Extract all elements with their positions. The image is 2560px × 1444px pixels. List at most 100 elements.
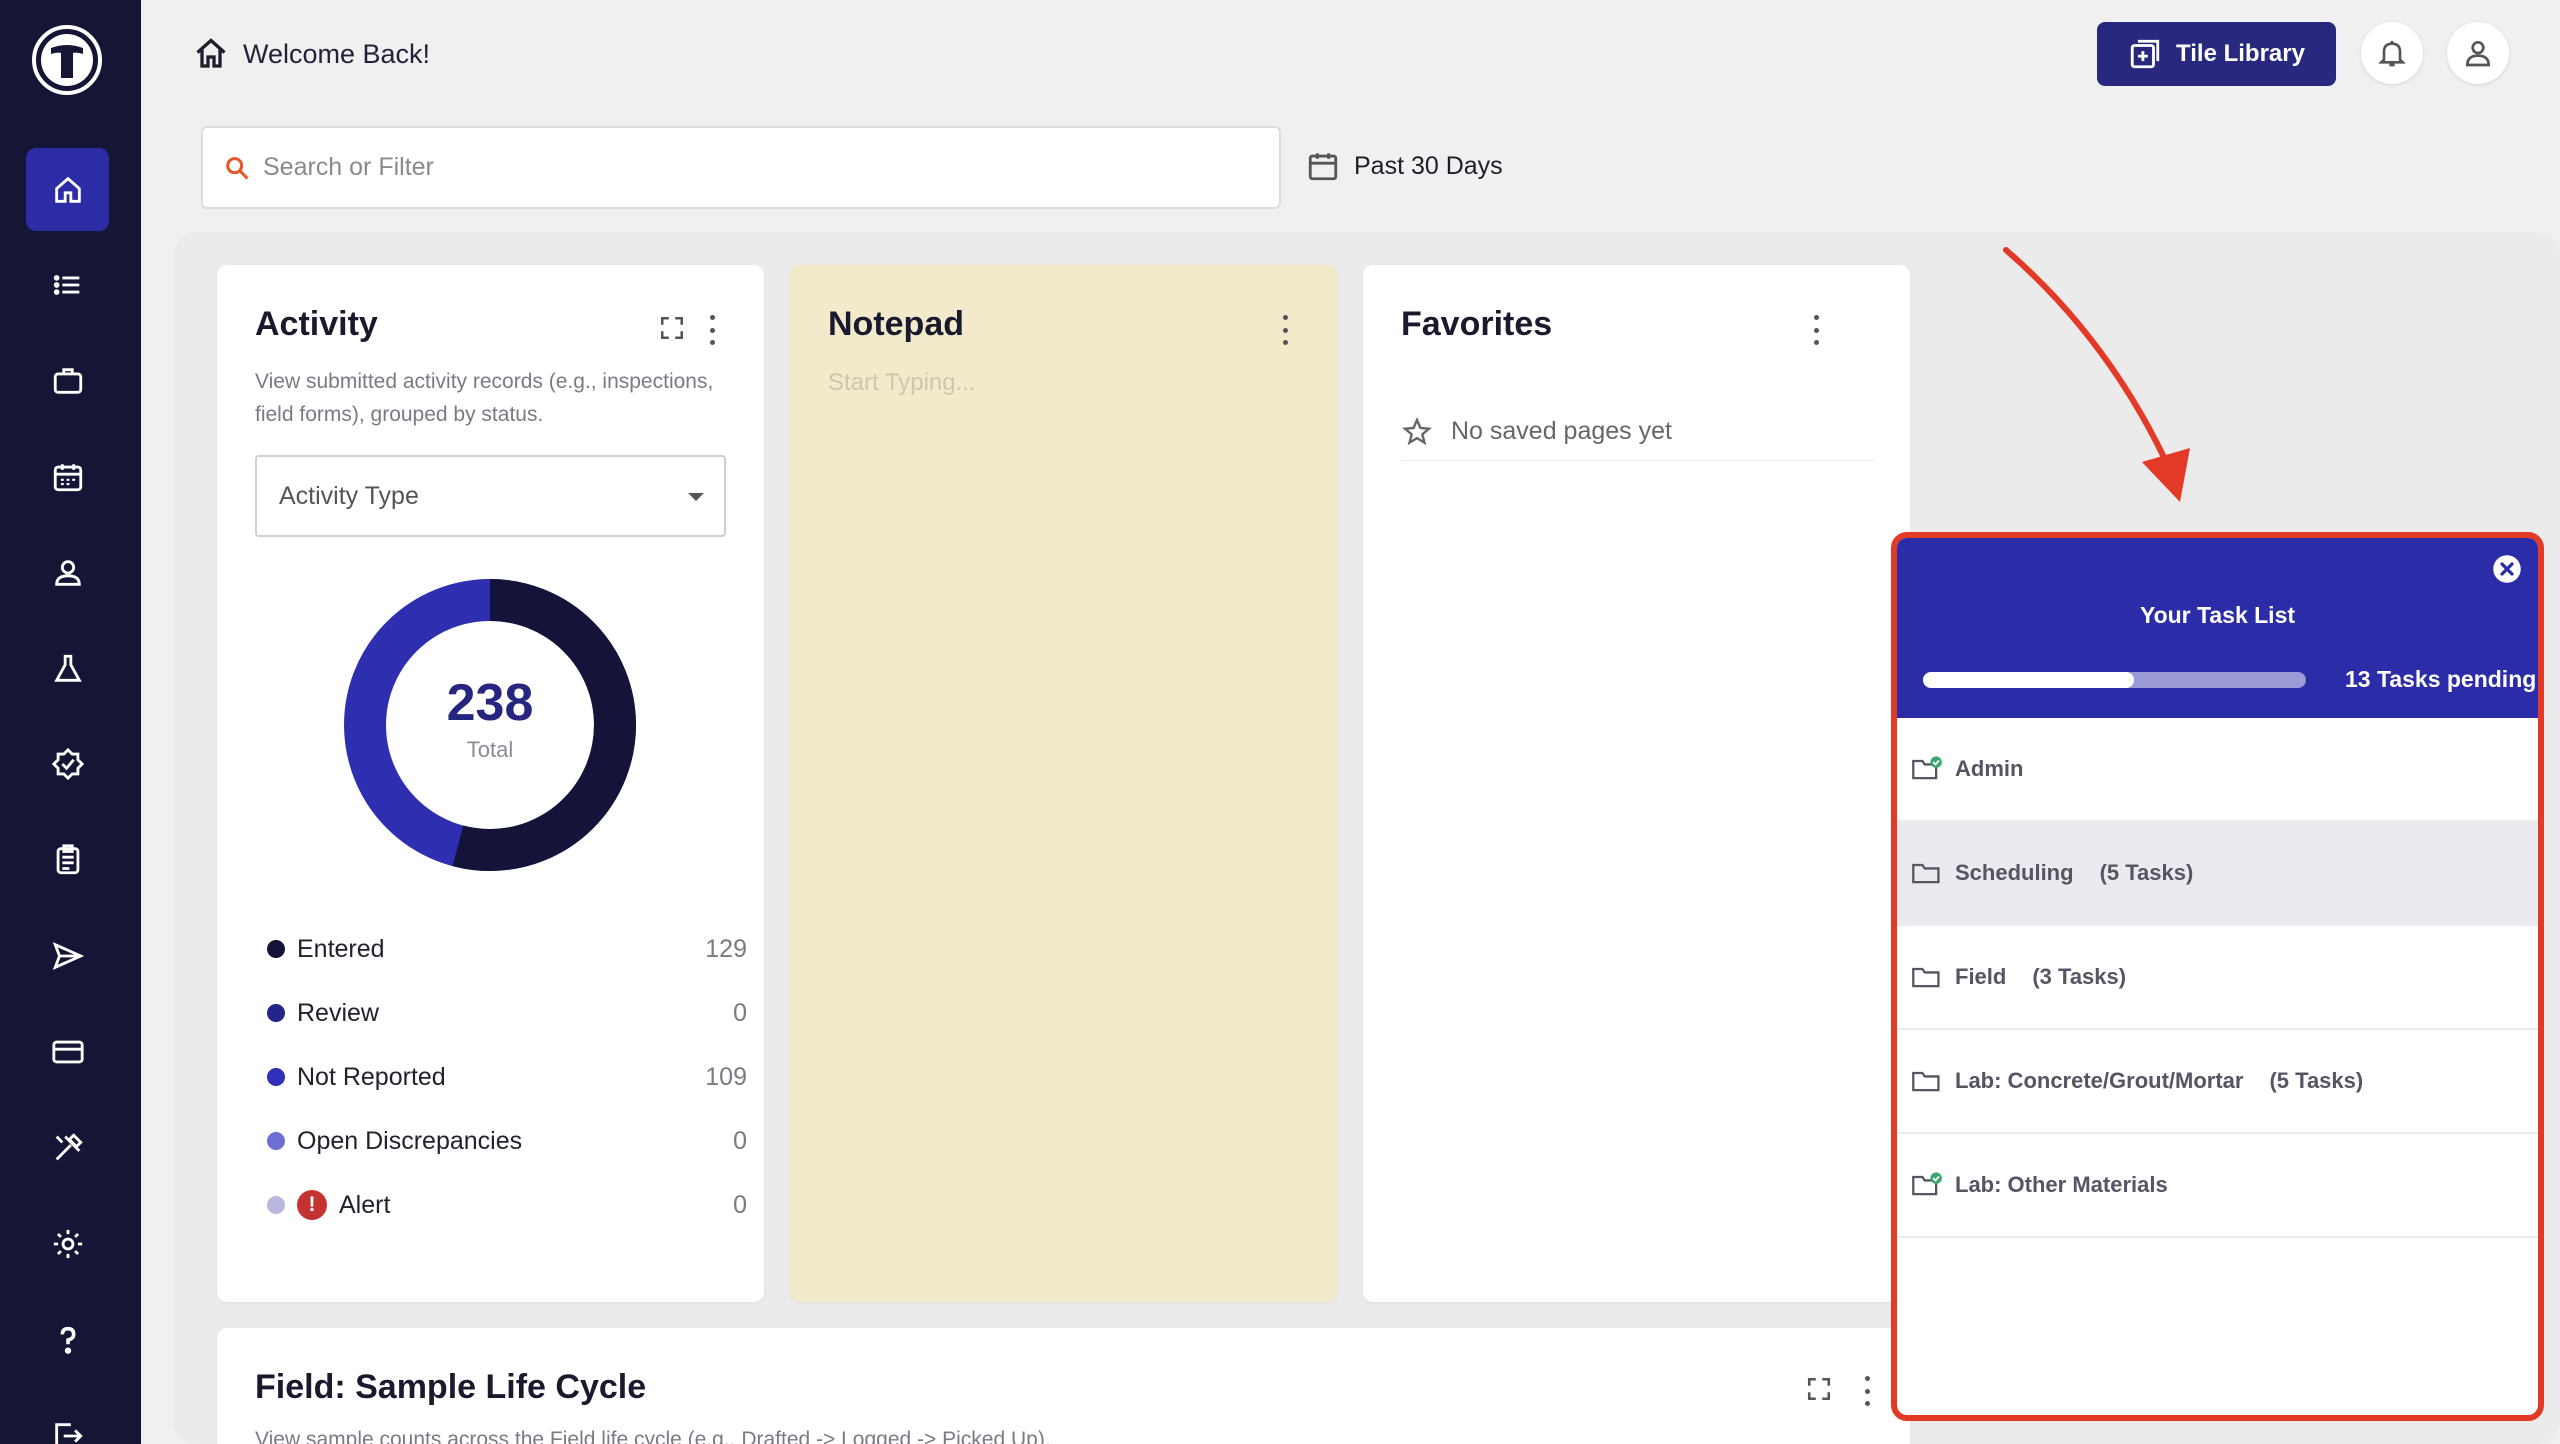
sidebar-item-send[interactable] <box>26 914 109 997</box>
favorites-card: Favorites No saved pages yet <box>1363 265 1910 1302</box>
folder-check-icon <box>1912 756 1942 780</box>
activity-total-label: Total <box>466 737 514 762</box>
notepad-textarea[interactable]: Start Typing... <box>828 369 976 397</box>
sample-life-cycle-card: Field: Sample Life Cycle View sample cou… <box>217 1328 1910 1444</box>
welcome-text: Welcome Back! <box>243 38 431 69</box>
sidebar-item-help[interactable] <box>26 1298 109 1381</box>
page-title: Welcome Back! <box>193 36 430 72</box>
legend-item-not-reported[interactable]: Not Reported 109 <box>267 1057 747 1097</box>
sidebar-item-billing[interactable] <box>26 1010 109 1093</box>
tile-library-button[interactable]: Tile Library <box>2097 22 2336 86</box>
legend-label: Review <box>297 998 379 1027</box>
sidebar-item-reports[interactable] <box>26 818 109 901</box>
sidebar-item-settings[interactable] <box>26 1202 109 1285</box>
alert-icon: ! <box>297 1190 327 1220</box>
sample-life-cycle-title: Field: Sample Life Cycle <box>255 1368 647 1406</box>
profile-button[interactable] <box>2447 22 2509 84</box>
more-options-icon[interactable] <box>707 315 717 345</box>
folder-check-icon <box>1912 1172 1942 1196</box>
legend-item-entered[interactable]: Entered 129 <box>267 929 747 969</box>
date-filter[interactable]: Past 30 Days <box>1306 148 1503 184</box>
legend-label: Not Reported <box>297 1062 446 1091</box>
sidebar-item-projects[interactable] <box>26 339 109 422</box>
task-progress-fill <box>1923 672 2134 688</box>
sidebar-item-tools[interactable] <box>26 1106 109 1189</box>
add-tile-icon <box>2130 39 2160 69</box>
expand-icon[interactable] <box>1806 1376 1832 1402</box>
user-icon <box>2465 41 2491 67</box>
more-options-icon[interactable] <box>1811 315 1821 345</box>
legend-dot <box>267 1068 285 1086</box>
legend-item-open-discrepancies[interactable]: Open Discrepancies 0 <box>267 1121 747 1161</box>
task-group-count: (5 Tasks) <box>2099 860 2194 885</box>
task-pending-count: 13 Tasks pending <box>2345 666 2537 692</box>
home-icon <box>54 176 81 203</box>
legend-count: 0 <box>733 1126 747 1155</box>
legend-item-alert[interactable]: ! Alert 0 <box>267 1185 747 1225</box>
sidebar-item-personnel[interactable] <box>26 531 109 614</box>
task-group-scheduling[interactable]: Scheduling (5 Tasks) <box>1897 822 2538 926</box>
expand-icon[interactable] <box>659 315 685 341</box>
activity-type-select[interactable]: Activity Type <box>255 455 726 537</box>
legend-dot <box>267 1004 285 1022</box>
bell-icon <box>2378 41 2406 67</box>
legend-count: 109 <box>705 1062 747 1091</box>
home-icon[interactable] <box>193 36 229 72</box>
sidebar-item-lab[interactable] <box>26 627 109 710</box>
task-group-label: Field <box>1955 964 2007 989</box>
task-group-admin[interactable]: Admin <box>1897 718 2538 822</box>
chevron-down-icon <box>688 493 704 501</box>
legend-dot <box>267 1132 285 1150</box>
calendar-icon <box>53 463 82 491</box>
search-icon <box>226 156 249 180</box>
logo-icon[interactable] <box>31 24 103 96</box>
annotation-arrow-icon <box>2003 247 2190 502</box>
check-badge-icon <box>51 747 84 780</box>
activity-description: View submitted activity records (e.g., i… <box>255 370 714 426</box>
more-options-icon[interactable] <box>1280 315 1290 345</box>
legend-count: 129 <box>705 934 747 963</box>
sample-life-cycle-description: View sample counts across the Field life… <box>255 1428 1051 1444</box>
task-group-lab-other[interactable]: Lab: Other Materials <box>1897 1134 2538 1238</box>
task-group-label: Admin <box>1955 756 2024 781</box>
legend-label: Alert <box>339 1190 391 1219</box>
task-group-field[interactable]: Field (3 Tasks) <box>1897 926 2538 1030</box>
legend-label: Open Discrepancies <box>297 1126 523 1155</box>
more-options-icon[interactable] <box>1862 1376 1872 1406</box>
tile-library-label: Tile Library <box>2176 40 2305 67</box>
folder-icon <box>1912 863 1940 884</box>
folder-icon <box>1912 967 1940 988</box>
legend-dot <box>267 940 285 958</box>
task-list-header: Your Task List 13 Tasks pending <box>1897 538 2538 718</box>
close-icon[interactable] <box>2492 554 2522 584</box>
sidebar-item-logout[interactable] <box>26 1394 109 1444</box>
notepad-title: Notepad <box>828 305 964 343</box>
task-group-label: Lab: Concrete/Grout/Mortar <box>1955 1068 2244 1093</box>
search-input[interactable] <box>263 153 1263 182</box>
briefcase-icon <box>53 367 82 394</box>
sidebar-item-approvals[interactable] <box>26 722 109 805</box>
send-icon <box>52 941 84 970</box>
task-progress-bar <box>1923 672 2306 688</box>
credit-card-icon <box>51 1040 84 1063</box>
notifications-button[interactable] <box>2361 22 2423 84</box>
notepad-card: Notepad Start Typing... <box>790 265 1337 1302</box>
favorites-title: Favorites <box>1401 305 1553 343</box>
flask-icon <box>53 654 82 682</box>
user-icon <box>54 559 81 586</box>
activity-type-value: Activity Type <box>279 481 419 510</box>
legend-count: 0 <box>733 1190 747 1219</box>
task-group-lab-concrete[interactable]: Lab: Concrete/Grout/Mortar (5 Tasks) <box>1897 1030 2538 1134</box>
legend-item-review[interactable]: Review 0 <box>267 993 747 1033</box>
sidebar <box>0 0 141 1444</box>
gear-icon <box>53 1229 82 1258</box>
help-icon <box>60 1326 75 1354</box>
legend-dot <box>267 1196 285 1214</box>
task-group-count: (3 Tasks) <box>2032 964 2127 989</box>
sidebar-item-list[interactable] <box>26 243 109 326</box>
sidebar-item-home[interactable] <box>26 148 109 231</box>
clipboard-icon <box>56 843 79 874</box>
task-list-title: Your Task List <box>2139 602 2296 628</box>
sidebar-item-calendar[interactable] <box>26 435 109 518</box>
date-filter-label: Past 30 Days <box>1354 151 1503 180</box>
